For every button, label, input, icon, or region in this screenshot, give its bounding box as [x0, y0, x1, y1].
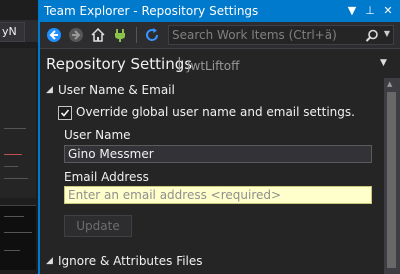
page-header: Repository Settings | JwtLiftoff ▼: [40, 50, 400, 78]
email-label: Email Address: [64, 170, 149, 184]
pin-icon[interactable]: ⊥: [362, 0, 378, 22]
back-button[interactable]: [44, 25, 64, 45]
scroll-up-icon[interactable]: ▲: [387, 80, 392, 88]
toolbar: Search Work Items (Ctrl+ä) ▼: [40, 22, 400, 49]
search-input[interactable]: Search Work Items (Ctrl+ä): [172, 26, 337, 44]
page-title: Repository Settings: [46, 55, 193, 73]
forward-button[interactable]: [66, 25, 86, 45]
repository-name: JwtLiftoff: [187, 59, 240, 73]
back-arrow-icon: [47, 28, 61, 42]
username-label: User Name: [64, 128, 131, 142]
code-line: [4, 128, 26, 129]
scrollbar-thumb[interactable]: [387, 92, 396, 268]
override-checkbox[interactable]: [58, 106, 72, 120]
override-checkbox-label[interactable]: Override global user name and email sett…: [76, 104, 355, 120]
home-button[interactable]: [88, 25, 108, 45]
toolbar-separator: [136, 27, 137, 43]
window-dropdown-icon[interactable]: ▼: [344, 0, 360, 22]
code-line: [4, 166, 18, 167]
background-tab-label: yN: [2, 25, 17, 38]
update-button[interactable]: Update: [64, 215, 132, 237]
plug-icon: [115, 29, 125, 42]
background-code-area: [0, 48, 36, 198]
section-label: Ignore & Attributes Files: [58, 254, 203, 268]
connect-button[interactable]: [110, 25, 130, 45]
refresh-button[interactable]: [142, 25, 162, 45]
window-title: Team Explorer - Repository Settings: [44, 4, 259, 18]
search-dropdown-icon[interactable]: ▼: [384, 29, 390, 38]
window-titlebar[interactable]: Team Explorer - Repository Settings ▼ ⊥ …: [40, 0, 400, 22]
home-icon: [91, 27, 105, 42]
code-line: [4, 250, 20, 251]
section-ignore-attributes[interactable]: ◢ Ignore & Attributes Files: [40, 251, 384, 271]
close-icon[interactable]: ✕: [380, 0, 396, 22]
collapse-triangle-icon[interactable]: ◢: [46, 80, 53, 100]
background-output-panel: [0, 205, 36, 270]
search-icon[interactable]: [365, 28, 379, 47]
code-line: [4, 232, 32, 233]
collapse-triangle-icon[interactable]: ◢: [46, 251, 53, 271]
code-line: [4, 216, 24, 217]
team-explorer-window: Team Explorer - Repository Settings ▼ ⊥ …: [38, 0, 400, 274]
forward-arrow-icon: [69, 28, 83, 42]
background-tab[interactable]: yN: [0, 22, 25, 42]
username-field[interactable]: Gino Messmer: [64, 145, 372, 163]
code-line: [4, 154, 22, 155]
search-work-items-box[interactable]: Search Work Items (Ctrl+ä) ▼: [168, 25, 394, 45]
section-user-name-email[interactable]: ◢ User Name & Email: [40, 80, 384, 100]
checkmark-icon: [60, 109, 70, 117]
email-field[interactable]: Enter an email address <required>: [64, 186, 372, 204]
section-label: User Name & Email: [58, 83, 175, 97]
refresh-icon: [146, 28, 159, 41]
code-line: [4, 178, 28, 179]
header-dropdown-icon[interactable]: ▼: [380, 58, 387, 68]
title-separator: |: [177, 56, 182, 72]
